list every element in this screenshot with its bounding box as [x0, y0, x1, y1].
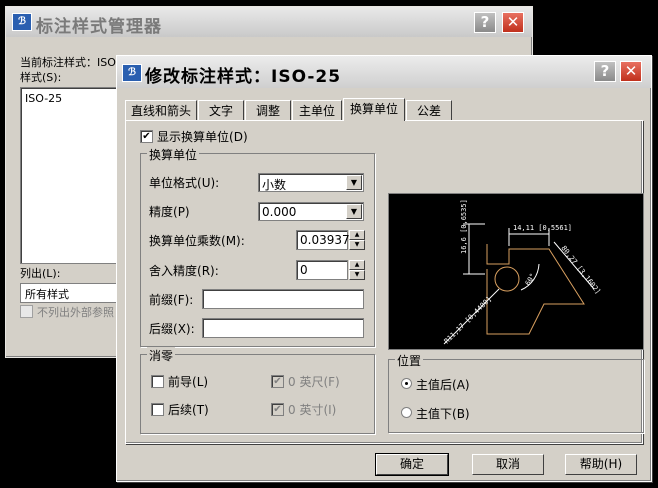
zero-suppression-group: 消零 前导(L) ✔ 0 英尺(F) 后续(T) ✔ 0 英寸(I) — [140, 347, 375, 434]
close-icon[interactable]: ✕ — [620, 61, 642, 82]
multiplier-spinner[interactable]: ▲ ▼ — [349, 230, 365, 250]
app-icon: ℬ — [12, 13, 32, 31]
tab-fit[interactable]: 调整 — [245, 100, 291, 120]
dialog-title-bar: ℬ 修改标注样式：ISO-25 ? ✕ — [117, 56, 651, 88]
placement-group: 位置 主值后(A) 主值下(B) — [388, 352, 644, 433]
left-dim-text: 16,6 [0,6535] — [460, 199, 468, 254]
cancel-button[interactable]: 取消 — [472, 454, 544, 475]
feet-zero-checkbox[interactable]: ✔ — [271, 375, 284, 388]
tab-text[interactable]: 文字 — [198, 100, 244, 120]
round-off-input[interactable]: 0 — [296, 260, 348, 280]
tab-lines-arrows[interactable]: 直线和箭头 — [125, 100, 197, 120]
preview-drawing: 14,11 [0,5561] 16,6 [0,6535] R11,17 [0,4… — [443, 199, 602, 345]
modify-dimension-style-dialog: ℬ 修改标注样式：ISO-25 ? ✕ 直线和箭头 文字 调整 主单位 换算单位… — [116, 55, 652, 482]
styles-list[interactable]: ISO-25 — [20, 87, 122, 264]
diag-dim-text: 80,27 [3,1602] — [559, 244, 602, 295]
angle-text: 60° — [524, 272, 537, 287]
spin-down-icon[interactable]: ▼ — [349, 240, 365, 250]
inches-zero-label: 0 英寸(I) — [288, 403, 337, 417]
round-off-spinner[interactable]: ▲ ▼ — [349, 260, 365, 280]
list-label: 列出(L): — [20, 267, 61, 280]
help-button[interactable]: 帮助(H) — [565, 454, 637, 475]
chevron-down-icon[interactable]: ▼ — [346, 204, 362, 219]
precision-label: 精度(P) — [149, 205, 190, 219]
leading-zero-label: 前导(L) — [168, 375, 209, 389]
radius-dim-text: R11,17 [0,4400] — [443, 295, 493, 345]
suffix-input[interactable] — [202, 318, 364, 338]
alt-units-group-title: 换算单位 — [147, 146, 200, 163]
below-primary-label: 主值下(B) — [416, 407, 470, 421]
precision-select[interactable]: 0.000 ▼ — [258, 202, 364, 221]
alt-units-group: 换算单位 单位格式(U): 小数 ▼ 精度(P) 0.000 ▼ 换算单位乘数(… — [140, 146, 375, 347]
tab-alternate-units[interactable]: 换算单位 — [343, 98, 405, 121]
trailing-zero-checkbox[interactable] — [151, 403, 164, 416]
chevron-down-icon[interactable]: ▼ — [346, 175, 362, 190]
bg-close-icon[interactable]: ✕ — [502, 12, 524, 33]
show-alt-units-label: 显示换算单位(D) — [157, 130, 248, 144]
exclude-external-checkbox[interactable] — [20, 305, 33, 318]
zero-suppression-title: 消零 — [147, 347, 176, 364]
dialog-app-icon: ℬ — [122, 64, 142, 82]
unit-format-select[interactable]: 小数 ▼ — [258, 173, 364, 192]
suffix-label: 后缀(X): — [149, 322, 195, 336]
bg-title-bar: ℬ 标注样式管理器 ? ✕ — [6, 7, 532, 37]
multiplier-input[interactable]: 0.039370 — [296, 230, 357, 250]
exclude-external-label: 不列出外部参照 — [37, 306, 114, 319]
spin-up-icon[interactable]: ▲ — [349, 260, 365, 270]
placement-title: 位置 — [395, 352, 424, 369]
tab-panel: ✔ 显示换算单位(D) 换算单位 单位格式(U): 小数 ▼ 精度(P) 0.0… — [125, 120, 644, 444]
unit-format-value: 小数 — [262, 178, 287, 192]
list-filter-value: 所有样式 — [25, 288, 69, 301]
trailing-zero-label: 后续(T) — [168, 403, 209, 417]
show-alt-units-checkbox[interactable]: ✔ — [140, 130, 153, 143]
inches-zero-checkbox[interactable]: ✔ — [271, 403, 284, 416]
bg-window-title: 标注样式管理器 — [36, 17, 162, 37]
prefix-label: 前缀(F): — [149, 293, 194, 307]
dialog-title: 修改标注样式：ISO-25 — [145, 67, 342, 87]
leading-zero-checkbox[interactable] — [151, 375, 164, 388]
style-item-iso25[interactable]: ISO-25 — [25, 92, 62, 105]
unit-format-label: 单位格式(U): — [149, 176, 220, 190]
spin-down-icon[interactable]: ▼ — [349, 270, 365, 280]
list-filter-select[interactable]: 所有样式 — [20, 283, 122, 303]
after-primary-radio[interactable] — [401, 378, 412, 389]
help-icon[interactable]: ? — [594, 61, 616, 82]
below-primary-radio[interactable] — [401, 407, 412, 418]
styles-label: 样式(S): — [20, 71, 62, 84]
spin-up-icon[interactable]: ▲ — [349, 230, 365, 240]
tab-primary-units[interactable]: 主单位 — [292, 100, 342, 120]
after-primary-label: 主值后(A) — [416, 378, 470, 392]
current-style-label: 当前标注样式：ISO — [20, 56, 116, 69]
round-off-value: 0 — [300, 263, 308, 277]
multiplier-label: 换算单位乘数(M): — [149, 234, 245, 248]
dimension-preview: 14,11 [0,5561] 16,6 [0,6535] R11,17 [0,4… — [388, 193, 644, 350]
ok-button[interactable]: 确定 — [375, 453, 449, 476]
precision-value: 0.000 — [262, 205, 297, 219]
round-off-label: 舍入精度(R): — [149, 264, 219, 278]
tab-tolerances[interactable]: 公差 — [406, 100, 452, 120]
part-hole — [494, 266, 520, 292]
top-dim-text: 14,11 [0,5561] — [513, 224, 572, 232]
feet-zero-label: 0 英尺(F) — [288, 375, 340, 389]
prefix-input[interactable] — [202, 289, 364, 309]
bg-help-icon[interactable]: ? — [474, 12, 496, 33]
